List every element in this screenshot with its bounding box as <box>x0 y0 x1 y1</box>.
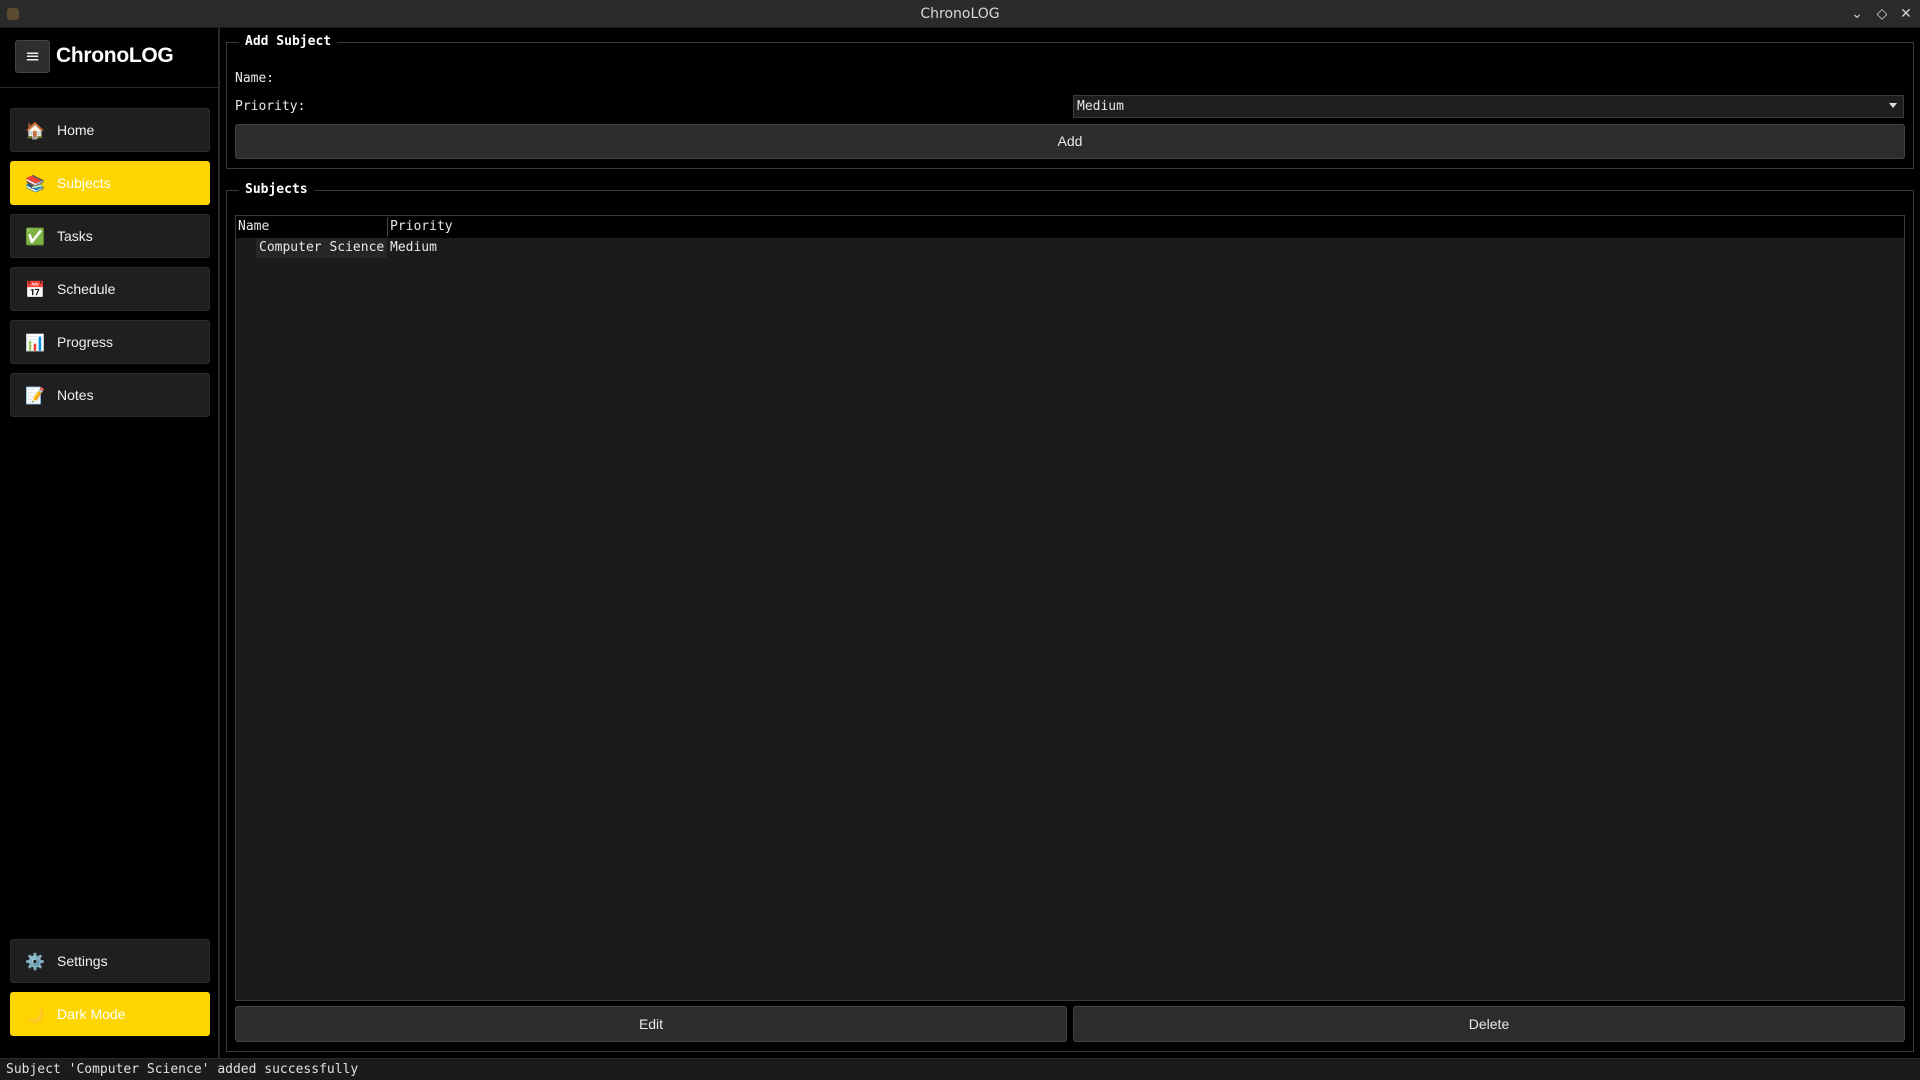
sidebar-item-label: Notes <box>57 387 94 403</box>
sidebar-item-home[interactable]: 🏠 Home <box>10 108 210 152</box>
add-subject-title: Add Subject <box>239 34 338 49</box>
dark-mode-toggle[interactable]: 🌙 Dark Mode <box>10 992 210 1036</box>
cell-priority: Medium <box>390 240 437 255</box>
gear-icon: ⚙️ <box>25 952 45 971</box>
column-header-priority[interactable]: Priority <box>390 219 453 234</box>
sidebar-item-label: Settings <box>57 953 108 969</box>
moon-icon: 🌙 <box>25 1005 45 1024</box>
name-label: Name: <box>235 71 275 86</box>
chevron-down-icon <box>1889 103 1897 108</box>
priority-select-value: Medium <box>1077 99 1124 114</box>
delete-button[interactable]: Delete <box>1073 1006 1905 1042</box>
home-icon: 🏠 <box>25 121 45 140</box>
sidebar: ≡ ChronoLOG 🏠 Home 📚 Subjects ✅ Tasks 📅 … <box>0 28 220 1058</box>
name-input[interactable] <box>280 68 1070 88</box>
add-button[interactable]: Add <box>235 124 1905 159</box>
column-header-name[interactable]: Name <box>238 219 269 234</box>
priority-select[interactable]: Medium <box>1073 95 1904 118</box>
close-icon[interactable]: ✕ <box>1896 4 1916 24</box>
sidebar-item-label: Progress <box>57 334 114 350</box>
status-bar: Subject 'Computer Science' added success… <box>0 1058 1920 1080</box>
subjects-title: Subjects <box>239 182 314 197</box>
subjects-table[interactable]: Name Priority Computer Science Medium <box>235 215 1905 1001</box>
title-bar: ChronoLOG ⌄ ◇ ✕ <box>0 0 1920 28</box>
sidebar-item-label: Subjects <box>57 175 111 191</box>
window-title: ChronoLOG <box>920 6 1000 22</box>
minimize-icon[interactable]: ⌄ <box>1847 4 1867 24</box>
memo-icon: 📝 <box>25 386 45 405</box>
table-row[interactable]: Computer Science Medium <box>236 238 1904 258</box>
sidebar-header: ≡ ChronoLOG <box>0 28 220 88</box>
sidebar-item-subjects[interactable]: 📚 Subjects <box>10 161 210 205</box>
app-brand: ChronoLOG <box>56 44 174 67</box>
books-icon: 📚 <box>25 174 45 193</box>
sidebar-item-label: Home <box>57 122 95 138</box>
sidebar-item-settings[interactable]: ⚙️ Settings <box>10 939 210 983</box>
bar-chart-icon: 📊 <box>25 333 45 352</box>
edit-button[interactable]: Edit <box>235 1006 1067 1042</box>
column-divider[interactable] <box>387 217 388 237</box>
check-icon: ✅ <box>25 227 45 246</box>
sidebar-item-schedule[interactable]: 📅 Schedule <box>10 267 210 311</box>
calendar-icon: 📅 <box>25 280 45 299</box>
priority-label: Priority: <box>235 99 306 114</box>
sidebar-item-progress[interactable]: 📊 Progress <box>10 320 210 364</box>
sidebar-item-label: Schedule <box>57 281 116 297</box>
sidebar-item-label: Tasks <box>57 228 93 244</box>
maximize-icon[interactable]: ◇ <box>1872 4 1892 24</box>
table-header: Name Priority <box>236 216 1904 238</box>
hamburger-menu-button[interactable]: ≡ <box>15 40 50 73</box>
sidebar-item-tasks[interactable]: ✅ Tasks <box>10 214 210 258</box>
sidebar-item-label: Dark Mode <box>57 1006 126 1022</box>
status-message: Subject 'Computer Science' added success… <box>6 1062 359 1077</box>
cell-name: Computer Science <box>259 240 385 255</box>
sidebar-item-notes[interactable]: 📝 Notes <box>10 373 210 417</box>
